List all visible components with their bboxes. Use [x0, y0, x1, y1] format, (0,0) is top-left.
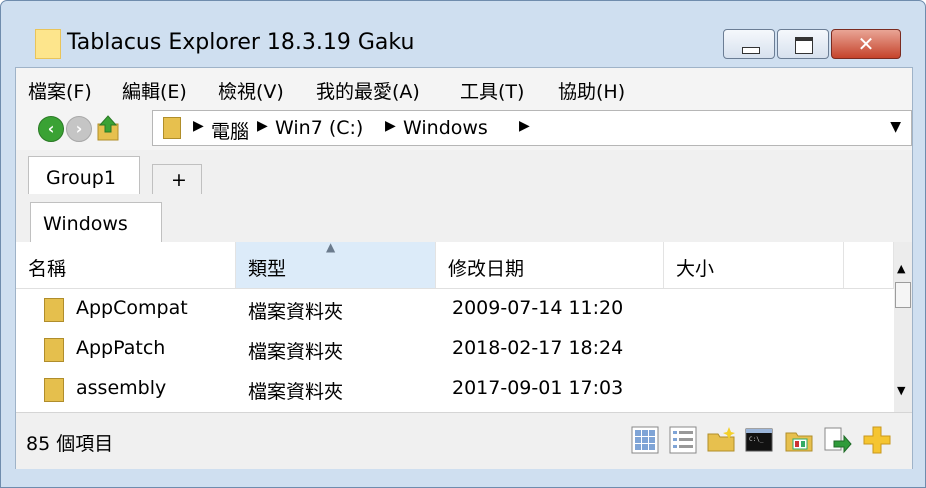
- breadcrumb-separator-icon[interactable]: ▶: [385, 118, 396, 134]
- column-type-label: 類型: [248, 258, 287, 280]
- command-prompt-icon[interactable]: C:\_: [744, 425, 774, 455]
- scroll-down-icon[interactable]: ▼: [897, 384, 905, 397]
- row-type: 檔案資料夾: [248, 341, 344, 363]
- folder-tab-bar: Windows: [16, 194, 912, 243]
- column-size[interactable]: 大小: [664, 242, 844, 288]
- column-header: 名稱 ▲ 類型 修改日期 大小: [16, 240, 894, 289]
- column-filler: [844, 242, 894, 288]
- breadcrumb-computer[interactable]: 電腦: [211, 117, 249, 144]
- back-arrow-icon[interactable]: ‹: [38, 116, 64, 142]
- folder-icon: [44, 378, 64, 402]
- move-icon[interactable]: [822, 425, 852, 455]
- item-count: 85 個項目: [26, 433, 114, 455]
- tab-windows[interactable]: Windows: [30, 202, 162, 243]
- explorer-window: Tablacus Explorer 18.3.19 Gaku ✕ 檔案(F) 編…: [0, 0, 926, 488]
- row-name: assembly: [76, 377, 167, 399]
- row-type: 檔案資料夾: [248, 381, 344, 403]
- app-icon: [35, 29, 61, 59]
- group-tab-bar: Group1 +: [16, 150, 912, 195]
- details-view-icon[interactable]: [668, 425, 698, 455]
- new-folder-icon[interactable]: [706, 425, 736, 455]
- folder-icon: [163, 117, 181, 139]
- menu-bar: 檔案(F) 編輯(E) 檢視(V) 我的最愛(A) 工具(T) 協助(H): [16, 68, 912, 106]
- sort-ascending-icon: ▲: [326, 240, 336, 254]
- breadcrumb-separator-icon[interactable]: ▶: [193, 118, 204, 134]
- breadcrumb-drive[interactable]: Win7 (C:): [275, 117, 363, 139]
- svg-text:C:\_: C:\_: [749, 436, 764, 443]
- table-row[interactable]: assembly 檔案資料夾 2017-09-01 17:03: [16, 368, 894, 408]
- add-tab-button[interactable]: +: [152, 164, 202, 194]
- breadcrumb-separator-icon[interactable]: ▶: [257, 118, 268, 134]
- window-title: Tablacus Explorer 18.3.19 Gaku: [67, 30, 415, 55]
- folder-icon: [44, 338, 64, 362]
- menu-help[interactable]: 協助(H): [558, 77, 625, 104]
- tab-group1[interactable]: Group1: [28, 156, 140, 195]
- menu-tools[interactable]: 工具(T): [460, 77, 524, 104]
- navigation-bar: ‹ › ▶ 電腦 ▶ Win7 (C:) ▶ Windows ▶ ▼: [16, 106, 912, 150]
- minimize-button[interactable]: [723, 29, 775, 59]
- explorer-body: 檔案(F) 編輯(E) 檢視(V) 我的最愛(A) 工具(T) 協助(H) ‹ …: [15, 67, 913, 469]
- properties-icon[interactable]: [784, 425, 814, 455]
- title-bar[interactable]: Tablacus Explorer 18.3.19 Gaku ✕: [7, 7, 919, 65]
- menu-file[interactable]: 檔案(F): [28, 77, 92, 104]
- minimize-icon: [742, 47, 760, 54]
- close-button[interactable]: ✕: [831, 29, 901, 59]
- row-name: AppCompat: [76, 297, 188, 319]
- column-type[interactable]: ▲ 類型: [236, 240, 436, 288]
- column-name[interactable]: 名稱: [16, 242, 236, 288]
- menu-view[interactable]: 檢視(V): [218, 77, 284, 104]
- vertical-scrollbar[interactable]: ▲ ▼: [894, 242, 912, 412]
- table-row[interactable]: AppCompat 檔案資料夾 2009-07-14 11:20: [16, 288, 894, 328]
- file-list: 名稱 ▲ 類型 修改日期 大小 AppCompat 檔案資料夾 2009-07-…: [16, 240, 912, 412]
- row-name: AppPatch: [76, 337, 166, 359]
- table-row[interactable]: AppPatch 檔案資料夾 2018-02-17 18:24: [16, 328, 894, 368]
- scroll-up-icon[interactable]: ▲: [897, 262, 905, 275]
- dropdown-arrow-icon[interactable]: ▼: [890, 119, 901, 135]
- up-folder-icon[interactable]: [96, 114, 122, 142]
- folder-icon: [44, 298, 64, 322]
- breadcrumb-windows[interactable]: Windows: [403, 117, 488, 139]
- maximize-icon: [795, 37, 813, 54]
- address-bar[interactable]: ▶ 電腦 ▶ Win7 (C:) ▶ Windows ▶ ▼: [152, 110, 912, 146]
- row-date: 2009-07-14 11:20: [452, 297, 624, 319]
- row-date: 2018-02-17 18:24: [452, 337, 624, 359]
- row-type: 檔案資料夾: [248, 301, 344, 323]
- forward-arrow-icon[interactable]: ›: [66, 116, 92, 142]
- row-date: 2017-09-01 17:03: [452, 377, 624, 399]
- scroll-thumb[interactable]: [895, 282, 911, 308]
- breadcrumb-separator-icon[interactable]: ▶: [519, 118, 530, 134]
- maximize-button[interactable]: [777, 29, 829, 59]
- menu-edit[interactable]: 編輯(E): [122, 77, 187, 104]
- grid-view-icon[interactable]: [630, 425, 660, 455]
- status-bar: 85 個項目 C:\_: [16, 412, 912, 469]
- menu-favorites[interactable]: 我的最愛(A): [316, 77, 420, 104]
- column-date-modified[interactable]: 修改日期: [436, 242, 664, 288]
- add-icon[interactable]: [862, 425, 892, 455]
- close-icon: ✕: [857, 32, 875, 56]
